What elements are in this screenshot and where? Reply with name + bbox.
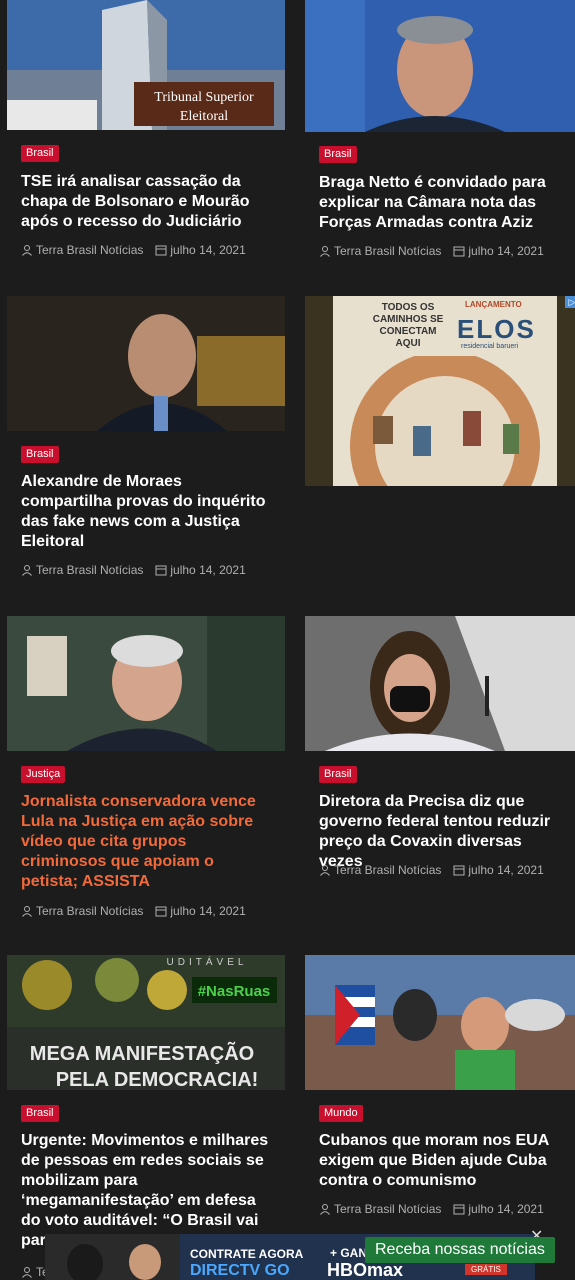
image-text: UDITÁVEL — [167, 955, 248, 968]
author[interactable]: Terra Brasil Notícias — [334, 863, 441, 877]
date: julho 14, 2021 — [468, 863, 544, 877]
calendar-icon — [453, 1204, 465, 1215]
subscribe-notifications-button[interactable]: Receba nossas notícias — [365, 1237, 555, 1263]
ad-image — [350, 356, 540, 486]
article-card[interactable]: Brasil Diretora da Precisa diz que gover… — [305, 616, 575, 916]
category-badge[interactable]: Brasil — [21, 145, 59, 162]
ad-text: TODOS OS — [381, 302, 435, 313]
category-badge[interactable]: Justiça — [21, 766, 66, 783]
article-meta: Terra Brasil Notícias julho 14, 2021 — [21, 243, 246, 257]
article-card[interactable]: Brasil Braga Netto é convidado para expl… — [305, 0, 575, 285]
image-text: PELA DEMOCRACIA! — [56, 1069, 259, 1090]
advertisement[interactable]: TODOS OS CAMINHOS SE CONECTAM AQUI LANÇA… — [305, 296, 575, 486]
article-title[interactable]: Diretora da Precisa diz que governo fede… — [319, 792, 569, 872]
date: julho 14, 2021 — [468, 244, 544, 258]
user-icon — [22, 1267, 32, 1278]
article-thumbnail[interactable] — [305, 0, 575, 132]
date: julho 14, 2021 — [468, 1202, 544, 1216]
category-badge[interactable]: Brasil — [319, 146, 357, 163]
article-title[interactable]: Alexandre de Moraes compartilha provas d… — [21, 472, 271, 552]
article-thumbnail[interactable] — [305, 616, 575, 751]
article-title[interactable]: Urgente: Movimentos e milhares de pessoa… — [21, 1131, 271, 1251]
article-meta: Terra Brasil Notícias julho 14, 2021 — [319, 244, 544, 258]
article-thumbnail[interactable] — [7, 616, 285, 751]
calendar-icon — [155, 565, 167, 576]
article-meta: Terra Brasil Notícias julho 14, 2021 — [319, 863, 544, 877]
image-text: Tribunal Superior — [154, 90, 254, 105]
user-icon — [320, 865, 330, 876]
article-card[interactable]: UDITÁVEL #NasRuas MEGA MANIFESTAÇÃO PELA… — [7, 955, 285, 1280]
ad-text: CAMINHOS SE — [372, 314, 444, 325]
category-badge[interactable]: Brasil — [21, 446, 59, 463]
article-card[interactable]: Mundo Cubanos que moram nos EUA exigem q… — [305, 955, 575, 1240]
date: julho 14, 2021 — [170, 904, 246, 918]
ad-tag: LANÇAMENTO — [465, 300, 522, 309]
calendar-icon — [453, 246, 465, 257]
ad-text: HBOmax — [327, 1260, 404, 1280]
category-badge[interactable]: Mundo — [319, 1105, 363, 1122]
image-text: Eleitoral — [180, 109, 228, 124]
category-badge[interactable]: Brasil — [319, 766, 357, 783]
article-meta: Terra Brasil Notícias julho 14, 2021 — [21, 904, 246, 918]
article-thumbnail[interactable] — [305, 955, 575, 1090]
article-thumbnail[interactable]: Tribunal Superior Eleitoral — [7, 0, 285, 130]
article-thumbnail[interactable]: UDITÁVEL #NasRuas MEGA MANIFESTAÇÃO PELA… — [7, 955, 285, 1090]
article-thumbnail[interactable] — [7, 296, 285, 431]
article-title[interactable]: Braga Netto é convidado para explicar na… — [319, 173, 569, 233]
author[interactable]: Terra Brasil Notícias — [36, 904, 143, 918]
article-card[interactable]: Justiça Jornalista conservadora vence Lu… — [7, 616, 285, 936]
author[interactable]: Terra Brasil Notícias — [334, 1202, 441, 1216]
ad-headline: TODOS OS CAMINHOS SE CONECTAM AQUI — [363, 302, 453, 350]
date: julho 14, 2021 — [170, 563, 246, 577]
article-meta: Terra Brasil Notícias julho 14, 2021 — [319, 1202, 544, 1216]
adchoices-icon[interactable]: ▷ — [565, 296, 575, 308]
calendar-icon — [155, 245, 167, 256]
calendar-icon — [155, 906, 167, 917]
author[interactable]: Terra Brasil Notícias — [36, 563, 143, 577]
article-meta: Terra Brasil Notícias julho 14, 2021 — [21, 563, 246, 577]
ad-text: AQUI — [395, 338, 421, 349]
article-card[interactable]: Brasil Alexandre de Moraes compartilha p… — [7, 296, 285, 596]
ad-brand: ELOS — [457, 314, 536, 344]
article-card[interactable]: Tribunal Superior Eleitoral Brasil TSE i… — [7, 0, 285, 285]
article-title[interactable]: Jornalista conservadora vence Lula na Ju… — [21, 792, 271, 892]
author[interactable]: Terra Brasil Notícias — [36, 243, 143, 257]
image-text: MEGA MANIFESTAÇÃO — [30, 1042, 254, 1065]
user-icon — [22, 565, 32, 576]
image-text: #NasRuas — [198, 983, 271, 1000]
author[interactable]: Terra Brasil Notícias — [334, 244, 441, 258]
user-icon — [320, 246, 330, 257]
ad-text: CONECTAM — [379, 326, 437, 337]
calendar-icon — [453, 865, 465, 876]
article-title[interactable]: Cubanos que moram nos EUA exigem que Bid… — [319, 1131, 569, 1191]
ad-banner[interactable]: TODOS OS CAMINHOS SE CONECTAM AQUI LANÇA… — [333, 296, 575, 486]
date: julho 14, 2021 — [170, 243, 246, 257]
ad-sub: residencial barueri — [461, 343, 519, 350]
user-icon — [320, 1204, 330, 1215]
article-title[interactable]: TSE irá analisar cassação da chapa de Bo… — [21, 172, 271, 232]
category-badge[interactable]: Brasil — [21, 1105, 59, 1122]
user-icon — [22, 245, 32, 256]
ad-text: DIRECTV GO — [190, 1262, 290, 1279]
ad-text: CONTRATE AGORA — [190, 1247, 304, 1261]
ad-text: GRÁTIS — [465, 1264, 507, 1275]
user-icon — [22, 906, 32, 917]
